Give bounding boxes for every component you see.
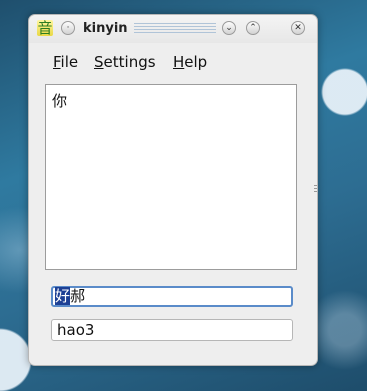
title-bar-decoration xyxy=(134,23,216,34)
next-candidate[interactable]: 郝 xyxy=(70,287,85,305)
app-icon: 音 xyxy=(37,19,53,37)
menu-help-mnemonic: H xyxy=(173,53,185,71)
window-menu-button[interactable]: · xyxy=(61,21,75,35)
menu-settings-label: ettings xyxy=(103,53,156,71)
candidate-field[interactable]: 好郝 xyxy=(51,286,293,307)
menu-file[interactable]: File xyxy=(53,53,78,71)
close-button[interactable]: ✕ xyxy=(291,21,305,35)
menu-settings[interactable]: Settings xyxy=(94,53,156,71)
minimize-button[interactable]: ⌄ xyxy=(222,21,236,35)
menu-help-label: elp xyxy=(184,53,208,71)
kinyin-window: 音 · kinyin ⌄ ⌃ ✕ File Settings Help 你 好郝… xyxy=(28,14,318,366)
menu-file-mnemonic: F xyxy=(53,53,61,71)
menu-file-label: ile xyxy=(60,53,79,71)
window-title: kinyin xyxy=(83,21,128,36)
selected-candidate[interactable]: 好 xyxy=(55,287,71,305)
pinyin-input[interactable]: hao3 xyxy=(51,319,293,341)
menu-settings-mnemonic: S xyxy=(94,53,104,71)
maximize-button[interactable]: ⌃ xyxy=(246,21,260,35)
output-text-area[interactable]: 你 xyxy=(45,84,297,270)
resize-grip[interactable] xyxy=(314,185,317,193)
title-bar[interactable]: 音 · kinyin ⌄ ⌃ ✕ xyxy=(29,15,317,43)
menu-help[interactable]: Help xyxy=(173,53,207,71)
